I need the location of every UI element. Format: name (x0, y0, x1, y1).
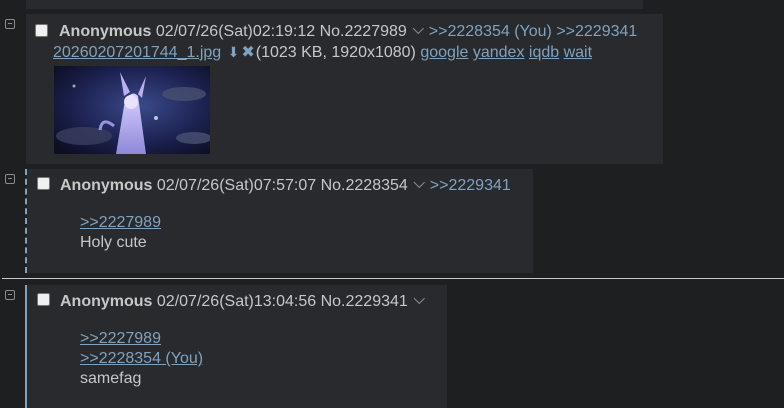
close-icon[interactable]: ✖ (241, 44, 254, 61)
search-link-wait[interactable]: wait (564, 44, 592, 61)
backlink[interactable]: >>2229341 (430, 177, 511, 194)
previous-post-bottom (26, 0, 643, 9)
chevron-down-icon[interactable] (412, 22, 424, 35)
file-name-link[interactable]: 20260207201744_1.jpg (53, 44, 221, 61)
quote-link[interactable]: >>2227989 (80, 214, 161, 231)
thread-divider (2, 278, 784, 279)
file-info: 20260207201744_1.jpg ⬇ ✖(1023 KB, 1920x10… (53, 43, 592, 62)
search-link-yandex[interactable]: yandex (473, 44, 525, 61)
quote-line: >>2227989 (80, 329, 161, 349)
download-icon[interactable]: ⬇ (228, 44, 240, 60)
post-select-checkbox[interactable] (35, 24, 48, 37)
file-meta: (1023 KB, 1920x1080) (255, 44, 416, 61)
post-datetime: 02/07/26(Sat)07:57:07 (156, 177, 317, 194)
backlink[interactable]: >>2229341 (556, 23, 637, 40)
post-number[interactable]: No.2227989 (320, 23, 407, 40)
poster-name: Anonymous (59, 23, 152, 40)
poster-name: Anonymous (60, 177, 153, 194)
quote-link[interactable]: >>2227989 (80, 330, 161, 347)
post-2227989: Anonymous 02/07/26(Sat)02:19:12 No.22279… (26, 14, 663, 164)
hide-post-toggle-icon[interactable] (5, 19, 15, 29)
hide-post-toggle-icon[interactable] (5, 290, 15, 300)
post-datetime: 02/07/26(Sat)13:04:56 (156, 293, 317, 310)
post-number[interactable]: No.2228354 (321, 177, 408, 194)
post-number[interactable]: No.2229341 (321, 293, 408, 310)
poster-name: Anonymous (60, 293, 153, 310)
post-select-checkbox[interactable] (37, 293, 50, 306)
post-header: Anonymous 02/07/26(Sat)13:04:56 No.22293… (60, 292, 430, 311)
image-thumbnail[interactable] (54, 66, 210, 154)
hide-post-toggle-icon[interactable] (5, 174, 15, 184)
quote-link[interactable]: >>2228354 (You) (80, 350, 203, 367)
post-header: Anonymous 02/07/26(Sat)02:19:12 No.22279… (59, 22, 637, 41)
post-2229341: Anonymous 02/07/26(Sat)13:04:56 No.22293… (27, 285, 447, 408)
search-link-google[interactable]: google (420, 44, 468, 61)
search-link-iqdb[interactable]: iqdb (529, 44, 559, 61)
quote-line: >>2227989 (80, 213, 161, 233)
backlink[interactable]: >>2228354 (You) (429, 23, 552, 40)
post-header: Anonymous 02/07/26(Sat)07:57:07 No.22283… (60, 176, 511, 195)
quote-line: >>2228354 (You) (80, 349, 203, 369)
chevron-down-icon[interactable] (413, 292, 425, 305)
chevron-down-icon[interactable] (413, 176, 425, 189)
post-message: samefag (80, 370, 142, 387)
post-datetime: 02/07/26(Sat)02:19:12 (155, 23, 316, 40)
post-2228354: Anonymous 02/07/26(Sat)07:57:07 No.22283… (27, 169, 533, 273)
post-select-checkbox[interactable] (37, 177, 50, 190)
post-message: Holy cute (80, 234, 147, 251)
